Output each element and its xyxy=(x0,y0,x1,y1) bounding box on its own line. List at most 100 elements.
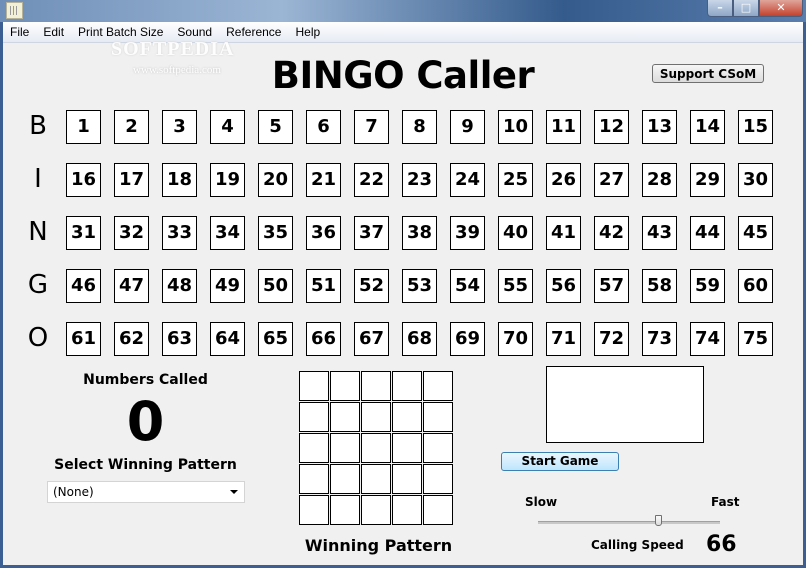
number-cell[interactable]: 71 xyxy=(546,322,581,356)
pattern-cell[interactable] xyxy=(330,402,360,432)
pattern-cell[interactable] xyxy=(392,464,422,494)
pattern-cell[interactable] xyxy=(299,464,329,494)
number-cell[interactable]: 17 xyxy=(114,163,149,197)
number-cell[interactable]: 31 xyxy=(66,216,101,250)
pattern-cell[interactable] xyxy=(299,371,329,401)
number-cell[interactable]: 73 xyxy=(642,322,677,356)
menu-file[interactable]: File xyxy=(3,22,36,42)
number-cell[interactable]: 55 xyxy=(498,269,533,303)
number-cell[interactable]: 48 xyxy=(162,269,197,303)
pattern-cell[interactable] xyxy=(361,433,391,463)
number-cell[interactable]: 52 xyxy=(354,269,389,303)
number-cell[interactable]: 21 xyxy=(306,163,341,197)
number-cell[interactable]: 42 xyxy=(594,216,629,250)
number-cell[interactable]: 40 xyxy=(498,216,533,250)
number-cell[interactable]: 51 xyxy=(306,269,341,303)
pattern-cell[interactable] xyxy=(361,402,391,432)
support-button[interactable]: Support CSoM xyxy=(652,64,764,83)
pattern-cell[interactable] xyxy=(330,433,360,463)
start-game-button[interactable]: Start Game xyxy=(501,452,619,471)
number-cell[interactable]: 5 xyxy=(258,110,293,144)
number-cell[interactable]: 9 xyxy=(450,110,485,144)
pattern-cell[interactable] xyxy=(423,495,453,525)
number-cell[interactable]: 75 xyxy=(738,322,773,356)
number-cell[interactable]: 65 xyxy=(258,322,293,356)
number-cell[interactable]: 13 xyxy=(642,110,677,144)
number-cell[interactable]: 27 xyxy=(594,163,629,197)
pattern-cell[interactable] xyxy=(299,495,329,525)
number-cell[interactable]: 58 xyxy=(642,269,677,303)
number-cell[interactable]: 24 xyxy=(450,163,485,197)
number-cell[interactable]: 6 xyxy=(306,110,341,144)
number-cell[interactable]: 60 xyxy=(738,269,773,303)
number-cell[interactable]: 68 xyxy=(402,322,437,356)
number-cell[interactable]: 38 xyxy=(402,216,437,250)
close-button[interactable]: ✕ xyxy=(759,0,803,17)
maximize-button[interactable]: □ xyxy=(733,0,759,17)
number-cell[interactable]: 14 xyxy=(690,110,725,144)
pattern-cell[interactable] xyxy=(392,433,422,463)
number-cell[interactable]: 62 xyxy=(114,322,149,356)
pattern-cell[interactable] xyxy=(330,464,360,494)
number-cell[interactable]: 53 xyxy=(402,269,437,303)
number-cell[interactable]: 63 xyxy=(162,322,197,356)
pattern-cell[interactable] xyxy=(330,371,360,401)
number-cell[interactable]: 4 xyxy=(210,110,245,144)
pattern-cell[interactable] xyxy=(392,495,422,525)
number-cell[interactable]: 37 xyxy=(354,216,389,250)
number-cell[interactable]: 72 xyxy=(594,322,629,356)
number-cell[interactable]: 32 xyxy=(114,216,149,250)
number-cell[interactable]: 30 xyxy=(738,163,773,197)
number-cell[interactable]: 8 xyxy=(402,110,437,144)
minimize-button[interactable]: – xyxy=(707,0,733,17)
number-cell[interactable]: 16 xyxy=(66,163,101,197)
number-cell[interactable]: 67 xyxy=(354,322,389,356)
number-cell[interactable]: 34 xyxy=(210,216,245,250)
pattern-cell[interactable] xyxy=(423,402,453,432)
speed-slider-track[interactable] xyxy=(538,521,720,524)
number-cell[interactable]: 29 xyxy=(690,163,725,197)
menu-help[interactable]: Help xyxy=(288,22,327,42)
pattern-cell[interactable] xyxy=(361,371,391,401)
menu-edit[interactable]: Edit xyxy=(36,22,71,42)
pattern-dropdown[interactable]: (None) xyxy=(47,481,245,503)
pattern-cell[interactable] xyxy=(299,433,329,463)
number-cell[interactable]: 59 xyxy=(690,269,725,303)
number-cell[interactable]: 43 xyxy=(642,216,677,250)
number-cell[interactable]: 36 xyxy=(306,216,341,250)
number-cell[interactable]: 61 xyxy=(66,322,101,356)
number-cell[interactable]: 45 xyxy=(738,216,773,250)
number-cell[interactable]: 25 xyxy=(498,163,533,197)
pattern-cell[interactable] xyxy=(361,464,391,494)
number-cell[interactable]: 57 xyxy=(594,269,629,303)
number-cell[interactable]: 22 xyxy=(354,163,389,197)
number-cell[interactable]: 26 xyxy=(546,163,581,197)
number-cell[interactable]: 44 xyxy=(690,216,725,250)
number-cell[interactable]: 70 xyxy=(498,322,533,356)
number-cell[interactable]: 18 xyxy=(162,163,197,197)
number-cell[interactable]: 66 xyxy=(306,322,341,356)
number-cell[interactable]: 54 xyxy=(450,269,485,303)
number-cell[interactable]: 41 xyxy=(546,216,581,250)
number-cell[interactable]: 33 xyxy=(162,216,197,250)
number-cell[interactable]: 50 xyxy=(258,269,293,303)
number-cell[interactable]: 47 xyxy=(114,269,149,303)
number-cell[interactable]: 19 xyxy=(210,163,245,197)
pattern-cell[interactable] xyxy=(423,371,453,401)
pattern-cell[interactable] xyxy=(423,433,453,463)
pattern-cell[interactable] xyxy=(361,495,391,525)
number-cell[interactable]: 15 xyxy=(738,110,773,144)
number-cell[interactable]: 12 xyxy=(594,110,629,144)
pattern-cell[interactable] xyxy=(299,402,329,432)
number-cell[interactable]: 20 xyxy=(258,163,293,197)
number-cell[interactable]: 64 xyxy=(210,322,245,356)
number-cell[interactable]: 7 xyxy=(354,110,389,144)
number-cell[interactable]: 39 xyxy=(450,216,485,250)
number-cell[interactable]: 28 xyxy=(642,163,677,197)
speed-slider-thumb[interactable] xyxy=(655,515,663,526)
number-cell[interactable]: 49 xyxy=(210,269,245,303)
number-cell[interactable]: 1 xyxy=(66,110,101,144)
number-cell[interactable]: 11 xyxy=(546,110,581,144)
pattern-cell[interactable] xyxy=(330,495,360,525)
number-cell[interactable]: 69 xyxy=(450,322,485,356)
